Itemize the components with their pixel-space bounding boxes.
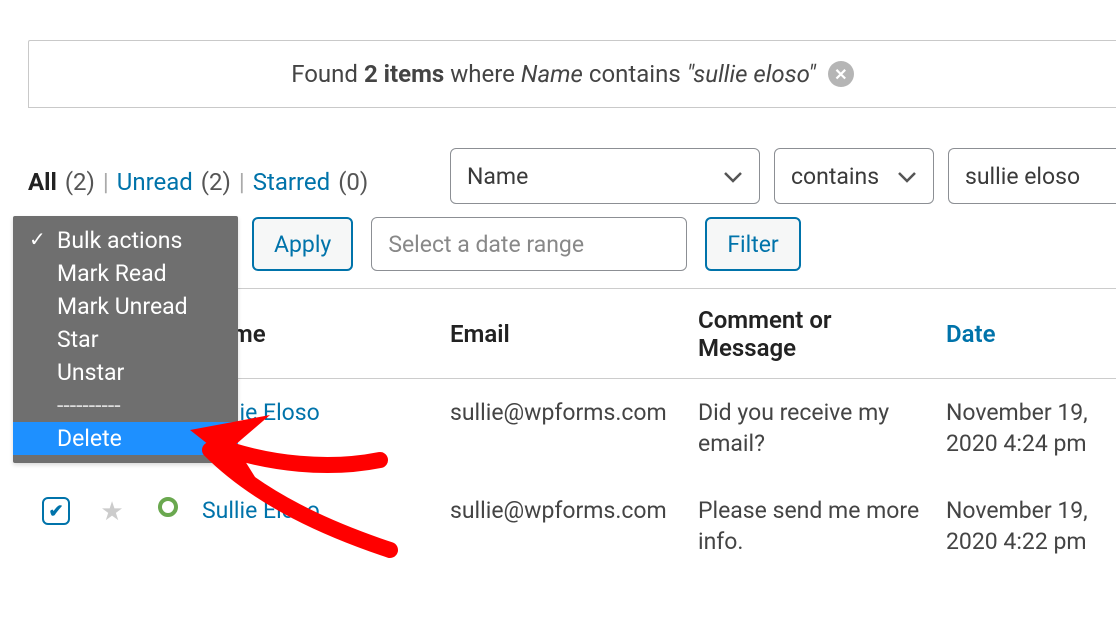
bulk-separator: ----------	[13, 389, 238, 422]
tab-unread[interactable]: Unread	[117, 168, 193, 196]
cell-comment: Please send me more info.	[692, 495, 940, 557]
chevron-down-icon	[723, 163, 743, 190]
unread-indicator-icon	[158, 497, 178, 517]
tab-divider: |	[103, 168, 109, 196]
col-header-email[interactable]: Email	[444, 320, 692, 348]
filter-term: "sullie eloso"	[687, 60, 816, 88]
bulk-actions-menu[interactable]: Bulk actions Mark Read Mark Unread Star …	[13, 216, 238, 463]
field-select-value: Name	[467, 163, 528, 190]
tab-divider: |	[239, 168, 245, 196]
filter-result-bar: Found 2 items where Name contains "sulli…	[28, 40, 1116, 108]
view-tabs: All (2) | Unread (2) | Starred (0)	[28, 168, 368, 196]
cell-date: November 19, 2020 4:22 pm	[940, 495, 1116, 557]
col-header-date[interactable]: Date	[940, 320, 1116, 348]
star-icon[interactable]: ★	[100, 497, 123, 527]
cell-email: sullie@wpforms.com	[444, 495, 692, 526]
bulk-option-mark-unread[interactable]: Mark Unread	[13, 290, 238, 323]
row-checkbox[interactable]	[42, 497, 70, 525]
filter-contains: contains	[589, 60, 681, 88]
filter-count: 2 items	[364, 60, 444, 88]
filter-button[interactable]: Filter	[705, 217, 800, 271]
term-input[interactable]: sullie eloso	[948, 148, 1116, 204]
cell-comment: Did you receive my email?	[692, 397, 940, 459]
tab-starred[interactable]: Starred	[253, 168, 330, 196]
bulk-option-delete[interactable]: Delete	[13, 422, 238, 455]
tab-all[interactable]: All	[28, 168, 57, 196]
condition-select[interactable]: contains	[774, 148, 934, 204]
filter-field: Name	[521, 60, 583, 88]
field-select[interactable]: Name	[450, 148, 760, 204]
cell-name[interactable]: Sullie Eloso	[196, 495, 444, 526]
col-header-comment[interactable]: Comment or Message	[692, 306, 940, 362]
bulk-option-star[interactable]: Star	[13, 323, 238, 356]
date-range-placeholder: Select a date range	[388, 231, 584, 258]
cell-date: November 19, 2020 4:24 pm	[940, 397, 1116, 459]
filters-row: Name contains sullie eloso	[450, 148, 1116, 204]
filter-prefix: Found	[291, 60, 358, 88]
tab-starred-count: (0)	[338, 168, 368, 196]
chevron-down-icon	[897, 163, 917, 190]
bulk-option-mark-read[interactable]: Mark Read	[13, 257, 238, 290]
condition-select-value: contains	[791, 163, 879, 190]
bulk-option-unstar[interactable]: Unstar	[13, 356, 238, 389]
clear-filter-icon[interactable]: ✕	[828, 61, 854, 87]
table-row: ★ Sullie Eloso sullie@wpforms.com Please…	[28, 477, 1116, 575]
bulk-option-bulk-actions[interactable]: Bulk actions	[13, 224, 238, 257]
date-range-input[interactable]: Select a date range	[371, 217, 687, 271]
cell-email: sullie@wpforms.com	[444, 397, 692, 428]
term-input-value: sullie eloso	[965, 163, 1080, 190]
filter-where: where	[450, 60, 515, 88]
tab-all-count: (2)	[65, 168, 95, 196]
apply-button[interactable]: Apply	[252, 217, 353, 271]
tab-unread-count: (2)	[201, 168, 231, 196]
